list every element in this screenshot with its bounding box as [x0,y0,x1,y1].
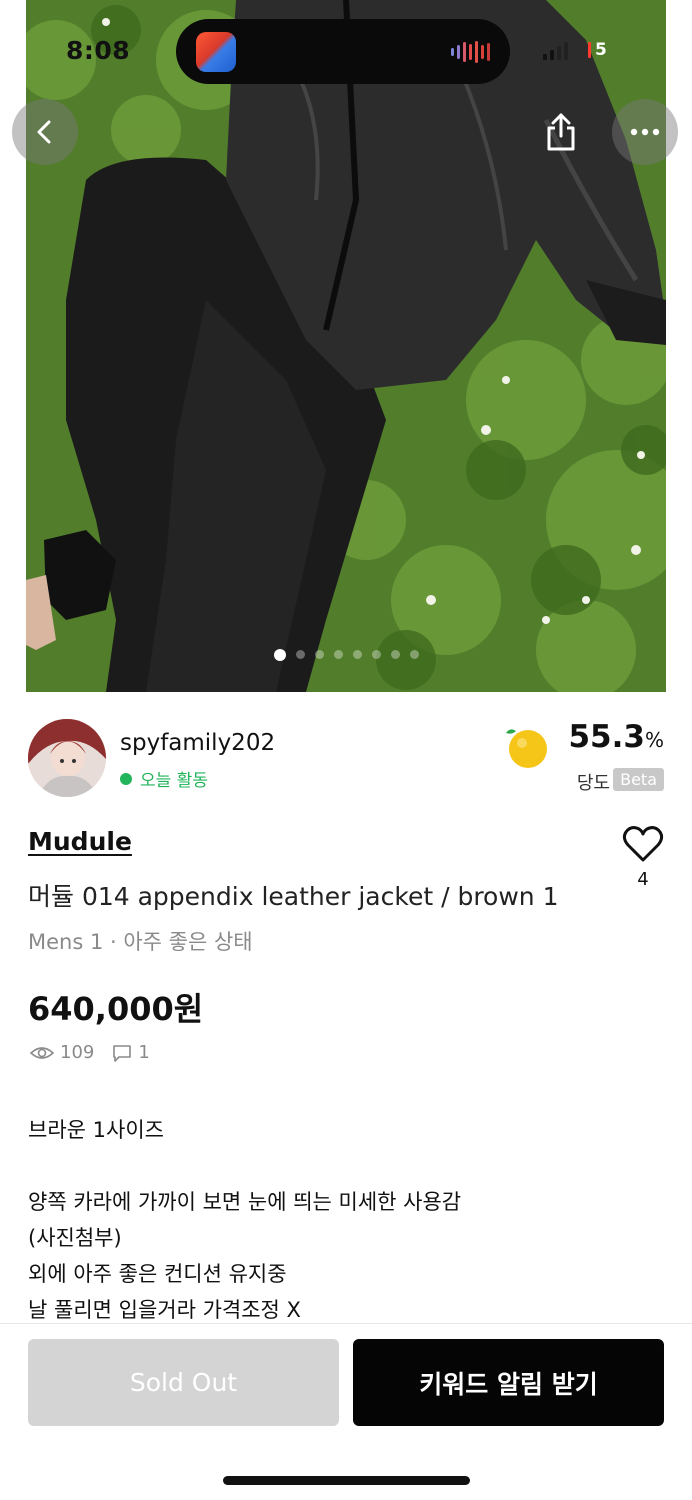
back-button[interactable] [12,99,78,165]
battery-level: 5 [595,40,607,60]
status-time: 8:08 [66,36,131,65]
item-meta: Mens 1 · 아주 좋은 상태 [28,930,253,954]
keyword-alert-button[interactable]: 키워드 알림 받기 [353,1339,664,1426]
battery-low-icon [588,42,591,58]
comment-count: 1 [138,1042,150,1063]
like-button[interactable]: 4 [618,825,668,890]
cellular-signal-icon [543,40,568,60]
chevron-left-icon [37,120,51,144]
item-price: 640,000원 [28,990,204,1028]
description-line: 외에 아주 좋은 컨디션 유지중 [28,1262,287,1286]
item-description: 브라운 1사이즈 양쪽 카라에 가까이 보면 눈에 띄는 미세한 사용감 (사진… [28,1112,664,1328]
page-dot [371,650,381,659]
product-image-gallery[interactable]: 8:08 5 [0,0,692,692]
description-line: (사진첨부) [28,1226,122,1250]
dynamic-island [176,19,510,84]
bottom-action-bar: Sold Out 키워드 알림 받기 [0,1324,692,1500]
share-icon [547,113,575,151]
sweetness-score[interactable]: 55.3% 당도 Beta [504,719,664,799]
like-count: 4 [637,869,649,890]
seller-username[interactable]: spyfamily202 [120,730,275,756]
more-options-button[interactable] [612,99,678,165]
audio-waveform-icon [451,41,490,63]
brand-link[interactable]: Mudule [28,827,132,856]
now-playing-app-icon [196,32,236,72]
sold-out-button[interactable]: Sold Out [28,1339,339,1426]
comment-icon [113,1044,132,1062]
description-line: 양쪽 카라에 가까이 보면 눈에 띄는 미세한 사용감 [28,1190,462,1214]
heart-icon [622,826,664,862]
battery-indicator: 5 [582,38,613,62]
page-dot [314,650,324,659]
description-line: 브라운 1사이즈 [28,1118,164,1142]
view-count: 109 [60,1042,95,1063]
activity-label: 오늘 활동 [140,771,208,791]
online-dot-icon [120,772,132,785]
page-dot [295,650,305,659]
seller-avatar[interactable] [28,719,106,797]
page-dot [333,650,343,659]
item-stats: 109 1 [30,1042,150,1063]
share-button[interactable] [528,99,594,165]
home-indicator[interactable] [223,1476,470,1485]
seller-info[interactable]: spyfamily202 오늘 활동 55.3% 당도 Beta [28,719,664,799]
seller-activity-status: 오늘 활동 [120,766,208,791]
gallery-page-indicator [0,649,692,661]
fruit-icon [506,729,547,768]
more-horizontal-icon [630,128,660,136]
item-title: 머듈 014 appendix leather jacket / brown 1 [28,882,559,911]
page-dot [390,650,400,659]
page-dot [352,650,362,659]
description-line [28,1148,664,1184]
page-dot-active [273,649,286,661]
sweetness-label: 당도 [576,773,610,794]
eye-icon [30,1046,54,1059]
page-dot [409,650,419,659]
sweetness-value: 55.3% [568,719,664,755]
beta-badge: Beta [613,768,664,791]
avatar-illustration [28,719,106,797]
